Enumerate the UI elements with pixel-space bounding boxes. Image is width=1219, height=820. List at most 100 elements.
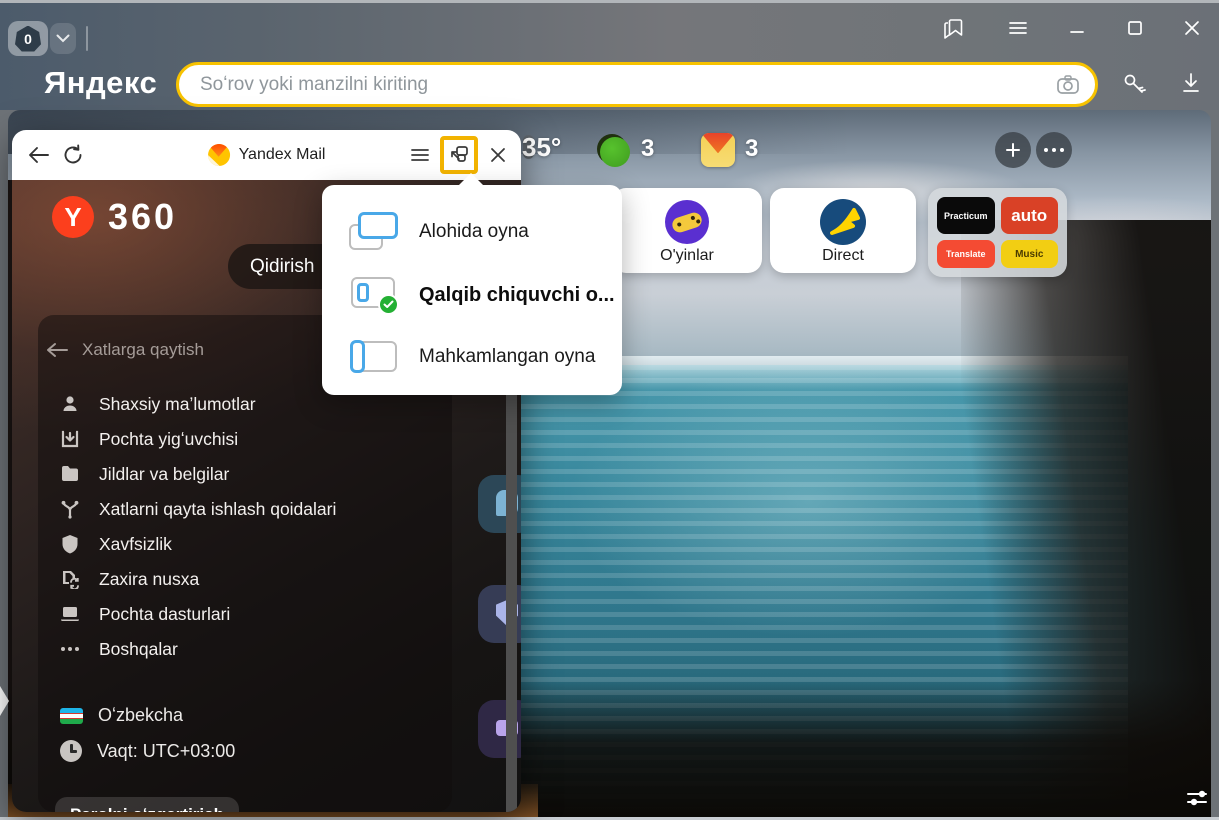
yandex-logo: Яндекс [44,65,157,101]
menu-label: Xatlarni qayta ishlash qoidalari [99,499,336,520]
dropdown-item-popup-window[interactable]: Qalqib chiquvchi o... [322,262,622,328]
dropdown-item-separate-window[interactable]: Alohida oyna [322,199,622,265]
tab-count-badge: 0 [15,26,41,52]
mail-envelope-icon [701,133,735,153]
menu-item-mail-clients[interactable]: Pochta dasturlari [58,599,230,629]
mail-badge-count: 3 [745,135,758,163]
maximize-icon [1126,19,1144,37]
green-status-widget[interactable] [597,134,631,168]
popup-window-icon [349,273,399,317]
close-icon [489,146,507,164]
popup-menu-button[interactable] [403,138,437,172]
change-password-button[interactable]: Parolni oʻzgartirish [55,797,239,812]
uzbekistan-flag-icon [60,708,83,724]
sliders-icon [1184,785,1212,811]
menu-label: Zaxira nusxa [99,569,199,590]
timezone-row[interactable]: Vaqt: UTC+03:00 [60,740,235,762]
popup-reload-button[interactable] [56,138,90,172]
window-mode-button-highlighted[interactable] [440,136,478,174]
tile-games-label: O'yinlar [660,247,714,265]
widgets-more-button[interactable] [1036,132,1072,168]
weather-widget[interactable]: 35° [522,132,561,163]
timezone-label: Vaqt: UTC+03:00 [97,741,235,762]
service-translate[interactable]: Translate [937,240,995,268]
language-row[interactable]: Oʻzbekcha [60,705,183,726]
menu-label: Pochta dasturlari [99,604,230,625]
popup-title: Yandex Mail [239,146,326,164]
menu-label: Xavfsizlik [99,534,172,555]
plus-icon [1005,142,1021,158]
service-practicum[interactable]: Practicum [937,197,995,234]
menu-item-processing-rules[interactable]: Xatlarni qayta ishlash qoidalari [58,494,336,524]
green-status-icon [600,137,630,167]
back-arrow-icon [28,146,50,164]
password-manager-button[interactable] [1120,70,1150,98]
minimize-icon [1068,19,1086,37]
downloads-button[interactable] [1178,70,1204,96]
add-widget-button[interactable] [995,132,1031,168]
close-window-button[interactable] [1183,19,1201,37]
menu-item-mail-collector[interactable]: Pochta yigʻuvchisi [58,424,238,454]
tile-direct[interactable]: Direct [770,188,916,273]
y360-360-text: 360 [108,196,177,238]
search-input[interactable] [200,74,1055,96]
back-link-label: Xatlarga qaytish [82,340,204,360]
menu-item-backup[interactable]: Zaxira nusxa [58,564,199,594]
back-arrow-icon [46,342,68,358]
tile-games[interactable]: O'yinlar [612,188,762,273]
selected-check-icon [378,294,399,315]
camera-search-icon [1055,73,1081,97]
backup-icon [58,567,82,591]
menu-label: Boshqalar [99,639,178,660]
tile-direct-label: Direct [822,247,864,265]
ellipsis-icon [1044,148,1064,152]
service-music[interactable]: Music [1001,240,1059,268]
chevron-down-icon [56,34,70,43]
yandex-browser-window: { "browser": { "tab_count": "0", "logo":… [0,0,1219,820]
dropdown-item-pinned-window[interactable]: Mahkamlangan oyna [322,324,622,390]
service-auto[interactable]: auto [1001,197,1059,234]
clock-icon [60,740,82,762]
ellipsis-icon [58,637,82,661]
tab-counter-button[interactable]: 0 [8,21,48,56]
menu-label: Shaxsiy maʼlumotlar [99,394,256,415]
mail-widget[interactable] [701,133,735,167]
menu-item-other[interactable]: Boshqalar [58,634,178,664]
shield-icon [58,532,82,556]
rules-icon [58,497,82,521]
hamburger-icon [410,147,430,163]
menu-label: Pochta yigʻuvchisi [99,429,238,450]
maximize-button[interactable] [1126,19,1144,37]
menu-item-personal-info[interactable]: Shaxsiy maʼlumotlar [58,389,256,419]
language-label: Oʻzbekcha [98,705,183,726]
dropdown-pointer [458,173,484,186]
games-icon [665,200,709,244]
window-top-edge [0,0,1219,3]
direct-icon [820,199,866,245]
image-search-button[interactable] [1055,73,1081,97]
green-badge-count: 3 [641,135,654,163]
reload-icon [62,144,84,166]
minimize-button[interactable] [1068,19,1086,37]
popup-back-button[interactable] [22,138,56,172]
browser-menu-button[interactable] [1007,19,1029,37]
bookmarks-button[interactable] [941,15,967,41]
close-icon [1183,19,1201,37]
services-grid: Practicum auto Translate Music [928,188,1067,277]
tab-list-dropdown-button[interactable] [50,23,76,54]
browser-chrome: 0 Яндекс [0,0,1219,110]
y360-logo: Y 360 [52,196,177,238]
window-mode-dropdown: Alohida oyna Qalqib chiquvchi o... Mahka… [322,185,622,395]
menu-item-security[interactable]: Xavfsizlik [58,529,172,559]
background-settings-button[interactable] [1183,785,1213,813]
search-bar[interactable] [176,62,1098,107]
dropdown-item-label: Alohida oyna [419,221,529,243]
menu-item-folders-labels[interactable]: Jildlar va belgilar [58,459,229,489]
hamburger-icon [1007,19,1029,37]
back-to-mail-link[interactable]: Xatlarga qaytish [46,340,204,360]
laptop-icon [58,602,82,626]
popup-close-button[interactable] [481,138,515,172]
key-icon [1120,70,1150,98]
dropdown-item-label: Mahkamlangan oyna [419,346,595,368]
dropdown-item-label: Qalqib chiquvchi o... [419,284,615,307]
